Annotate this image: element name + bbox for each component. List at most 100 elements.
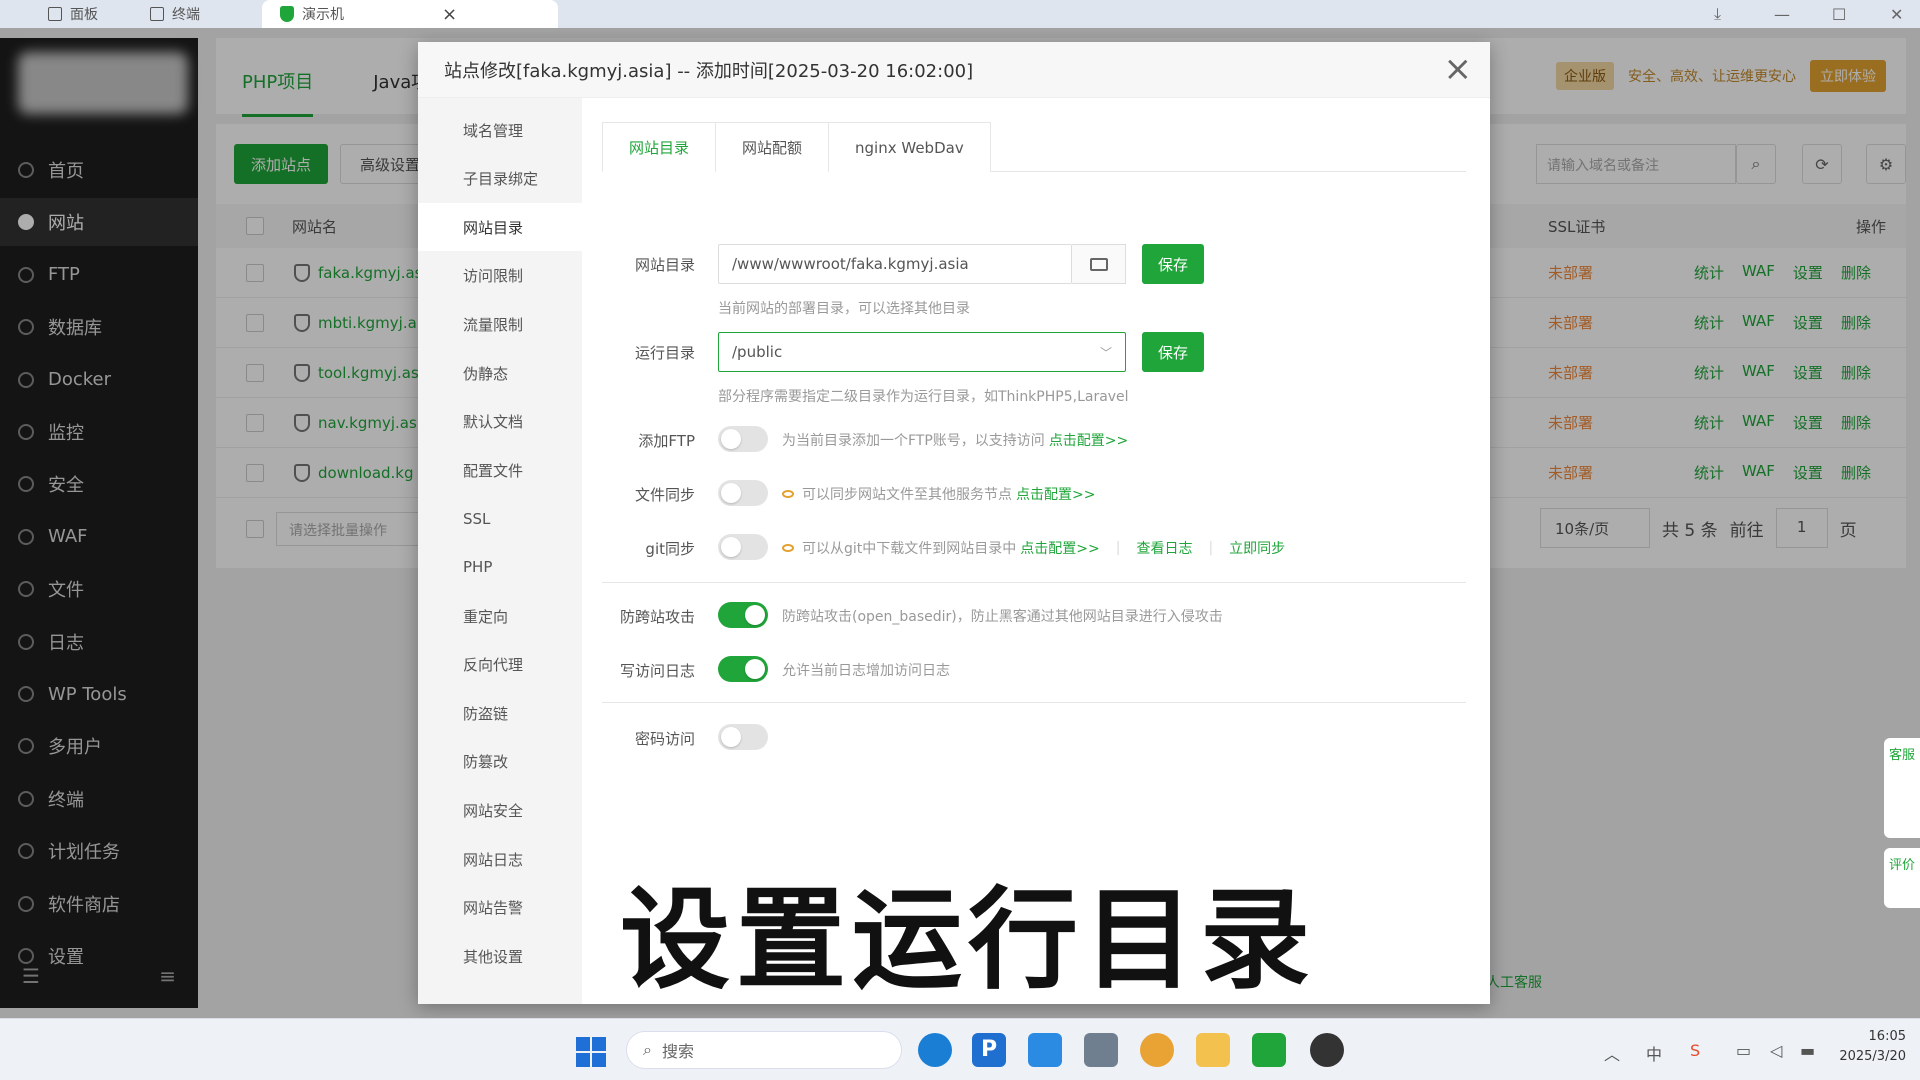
eye-icon <box>782 490 794 498</box>
browser-tab-panel[interactable]: 面板 <box>48 0 98 28</box>
eye-icon <box>782 544 794 552</box>
clock-time: 16:05 <box>1868 1029 1906 1044</box>
anti-xss-toggle[interactable] <box>718 602 768 628</box>
dialog-menu-item[interactable]: PHP <box>418 543 582 591</box>
run-dir-hint: 部分程序需要指定二级目录作为运行目录，如ThinkPHP5,Laravel <box>718 389 1129 405</box>
dialog-menu-item[interactable]: 访问限制 <box>418 252 582 300</box>
rate-button[interactable]: 评价 <box>1884 848 1920 908</box>
dialog-menu-item[interactable]: 流量限制 <box>418 300 582 348</box>
dialog-menu-item[interactable]: 网站目录 <box>418 203 582 252</box>
folder-picker-button[interactable] <box>1072 244 1126 284</box>
file-sync-label: 文件同步 <box>634 486 695 504</box>
git-sync-config-link[interactable]: 点击配置>> <box>1020 538 1099 558</box>
p-app-icon[interactable]: P <box>972 1033 1006 1067</box>
rate-label: 评价 <box>1888 858 1915 873</box>
sync-now-link[interactable]: 立即同步 <box>1229 538 1285 558</box>
git-sync-toggle[interactable] <box>718 534 768 560</box>
divider: | <box>1208 540 1214 556</box>
volume-icon[interactable]: ◁ <box>1770 1041 1782 1060</box>
minimize-icon[interactable]: — <box>1774 0 1790 28</box>
file-explorer-icon[interactable] <box>1196 1033 1230 1067</box>
dialog-menu-item[interactable]: 配置文件 <box>418 446 582 494</box>
input-method-icon[interactable]: 中 <box>1646 1041 1662 1065</box>
save-run-dir-button[interactable]: 保存 <box>1142 332 1204 372</box>
password-access-label: 密码访问 <box>634 730 695 748</box>
dialog-menu-item[interactable]: SSL <box>418 495 582 543</box>
dialog-side-menu: 域名管理 子目录绑定 网站目录 访问限制 流量限制 伪静态 默认文档 配置文件 SSL PHP 重定… <box>418 98 582 1004</box>
section-divider <box>602 582 1466 583</box>
camera-icon[interactable] <box>1084 1033 1118 1067</box>
tab-site-directory[interactable]: 网站目录 <box>602 122 717 172</box>
chevron-up-icon[interactable]: ︿ <box>1604 1041 1620 1065</box>
ftp-config-link[interactable]: 点击配置>> <box>1049 430 1128 450</box>
browser-tab-label: 终端 <box>172 7 200 23</box>
dialog-menu-item[interactable]: 反向代理 <box>418 641 582 689</box>
browser-tab-label: 面板 <box>70 7 98 23</box>
browser-tab-label: 演示机 <box>302 7 344 23</box>
browser-tab-terminal[interactable]: 终端 <box>150 0 200 28</box>
dialog-menu-item[interactable]: 网站安全 <box>418 786 582 834</box>
access-log-label: 写访问日志 <box>619 662 695 680</box>
obs-icon[interactable] <box>1310 1033 1344 1067</box>
close-dialog-icon[interactable]: × <box>1444 52 1473 86</box>
sogou-icon[interactable]: S <box>1690 1041 1700 1060</box>
network-icon[interactable]: ▭ <box>1736 1041 1751 1060</box>
site-dir-input[interactable]: /www/wwwroot/faka.kgmyj.asia <box>718 244 1072 284</box>
dialog-menu-item[interactable]: 域名管理 <box>418 106 582 154</box>
dialog-menu-item[interactable]: 重定向 <box>418 592 582 640</box>
dialog-menu-item[interactable]: 防篡改 <box>418 738 582 786</box>
windows-start-icon[interactable] <box>576 1037 606 1067</box>
battery-icon[interactable]: ▬ <box>1800 1041 1815 1060</box>
run-dir-select[interactable]: /public ﹀ <box>718 332 1126 372</box>
download-icon[interactable]: ⤓ <box>1714 0 1721 28</box>
tab-nginx-webdav[interactable]: nginx WebDav <box>828 122 991 172</box>
taskbar-search-label: 搜索 <box>661 1042 694 1061</box>
dialog-menu-item[interactable]: 默认文档 <box>418 398 582 446</box>
file-sync-config-link[interactable]: 点击配置>> <box>1016 484 1095 504</box>
customer-service-button[interactable]: 客服 <box>1884 738 1920 838</box>
dialog-menu-item[interactable]: 其他设置 <box>418 932 582 980</box>
anti-xss-hint: 防跨站攻击(open_basedir)，防止黑客通过其他网站目录进行入侵攻击 <box>782 609 1223 625</box>
terminal-icon <box>150 7 164 21</box>
browser-tab-demo[interactable]: 演示机 × <box>262 0 558 28</box>
vscode-icon[interactable] <box>1028 1033 1062 1067</box>
file-sync-hint-text: 可以同步网站文件至其他服务节点 <box>802 487 1012 503</box>
search-icon: ⌕ <box>643 1040 652 1059</box>
dialog-title: 站点修改[faka.kgmyj.asia] -- 添加时间[2025-03-20… <box>444 60 974 82</box>
dialog-menu-item[interactable]: 伪静态 <box>418 349 582 397</box>
close-window-icon[interactable]: ✕ <box>1890 0 1903 28</box>
dialog-menu-item[interactable]: 防盗链 <box>418 689 582 737</box>
site-dir-label: 网站目录 <box>634 256 695 274</box>
panel-icon <box>48 7 62 21</box>
run-dir-label: 运行目录 <box>634 344 695 362</box>
git-sync-hint-text: 可以从git中下载文件到网站目录中 <box>802 541 1017 557</box>
close-tab-icon[interactable]: × <box>442 4 457 25</box>
access-log-toggle[interactable] <box>718 656 768 682</box>
save-site-dir-button[interactable]: 保存 <box>1142 244 1204 284</box>
dialog-menu-item[interactable]: 网站告警 <box>418 884 582 932</box>
password-access-toggle[interactable] <box>718 724 768 750</box>
taskbar: ⌕ 搜索 P ︿ 中 S ▭ ◁ ▬ 16:05 2025/3/20 <box>0 1018 1920 1080</box>
browser-tab-strip: 面板 终端 演示机 × ⤓ — ☐ ✕ <box>0 0 1920 28</box>
ftp-hint-text: 为当前目录添加一个FTP账号，以支持访问 <box>782 433 1045 449</box>
site-dir-hint: 当前网站的部署目录，可以选择其他目录 <box>718 301 970 317</box>
maximize-icon[interactable]: ☐ <box>1832 0 1846 28</box>
run-dir-value: /public <box>732 343 783 361</box>
git-sync-label: git同步 <box>645 540 695 558</box>
ftp-toggle[interactable] <box>718 426 768 452</box>
anti-xss-label: 防跨站攻击 <box>619 608 695 626</box>
folder-icon <box>1089 257 1108 271</box>
chrome-icon[interactable] <box>1140 1033 1174 1067</box>
clock-date: 2025/3/20 <box>1839 1049 1906 1064</box>
edge-icon[interactable] <box>918 1033 952 1067</box>
dialog-menu-item[interactable]: 子目录绑定 <box>418 155 582 203</box>
ftp-hint: 为当前目录添加一个FTP账号，以支持访问 点击配置>> <box>782 430 1128 450</box>
file-sync-toggle[interactable] <box>718 480 768 506</box>
clock[interactable]: 16:05 2025/3/20 <box>1839 1027 1906 1067</box>
taskbar-search[interactable]: ⌕ 搜索 <box>626 1031 902 1069</box>
baota-shield-icon[interactable] <box>1252 1033 1286 1067</box>
dialog-menu-item[interactable]: 网站日志 <box>418 835 582 883</box>
tab-site-quota[interactable]: 网站配额 <box>715 122 830 172</box>
view-log-link[interactable]: 查看日志 <box>1136 538 1192 558</box>
access-log-hint: 允许当前日志增加访问日志 <box>782 663 950 679</box>
